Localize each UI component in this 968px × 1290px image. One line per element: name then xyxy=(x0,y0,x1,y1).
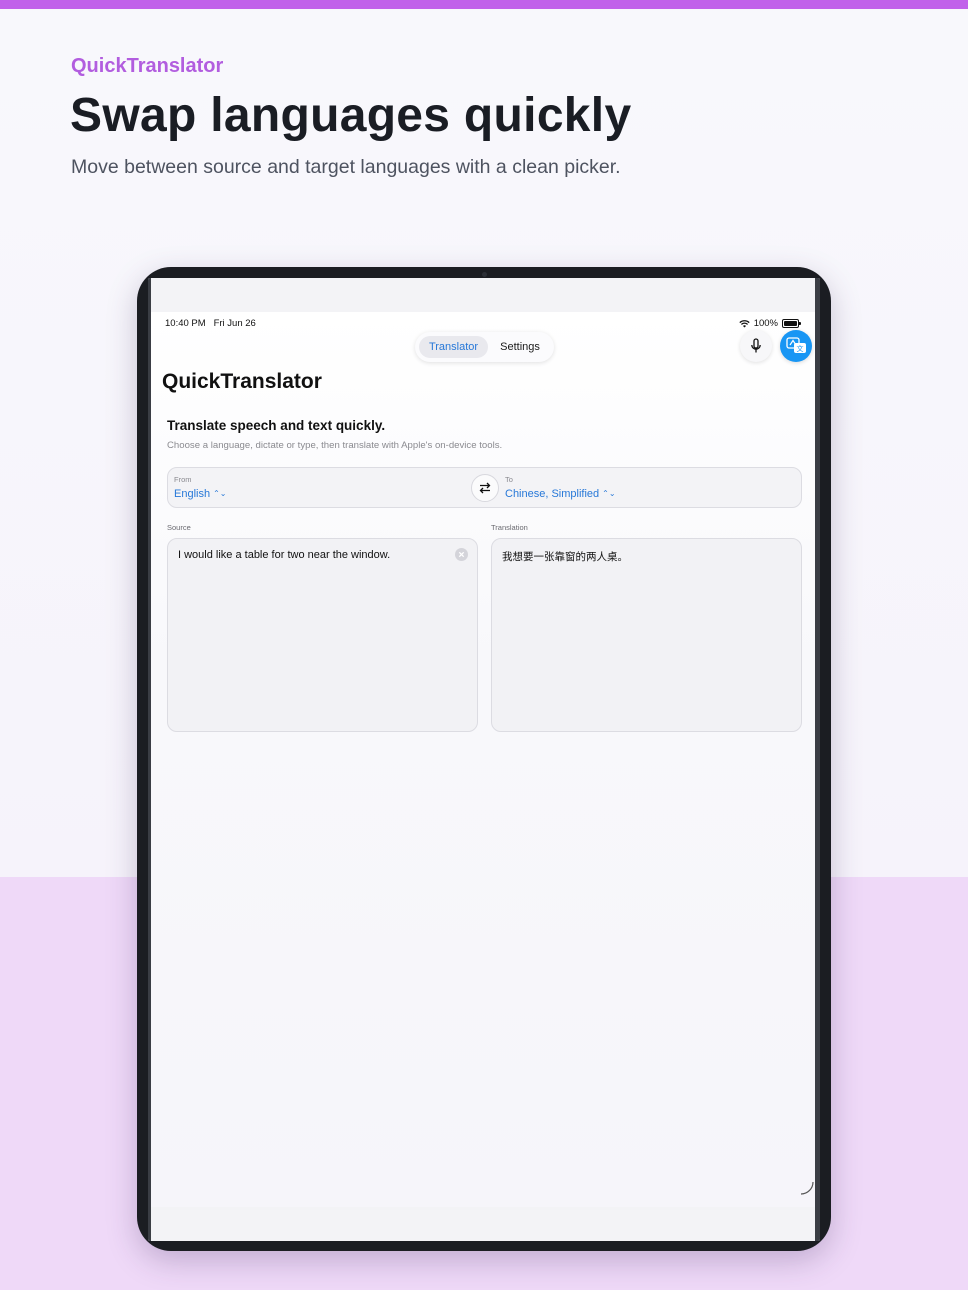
source-text-area[interactable]: I would like a table for two near the wi… xyxy=(167,538,478,732)
tablet-frame: 10:40 PM Fri Jun 26 100% Translator Sett… xyxy=(137,267,831,1251)
tab-switcher: Translator Settings xyxy=(415,332,554,362)
app-title: QuickTranslator xyxy=(162,370,322,393)
card-title: Translate speech and text quickly. xyxy=(167,418,386,433)
chevron-updown-icon: ⌃⌄ xyxy=(602,489,616,498)
to-language-value: Chinese, Simplified xyxy=(505,488,600,500)
camera-dot xyxy=(482,272,487,277)
tablet-screen: 10:40 PM Fri Jun 26 100% Translator Sett… xyxy=(148,278,820,1241)
clear-text-button[interactable] xyxy=(455,548,468,561)
translation-label: Translation xyxy=(491,523,528,532)
close-icon xyxy=(458,551,465,558)
tab-settings[interactable]: Settings xyxy=(491,336,549,358)
translate-icon: 文 xyxy=(786,337,806,353)
resize-handle-icon[interactable] xyxy=(799,1180,815,1196)
language-picker: From English ⌃⌄ To Chinese, Simplified ⌃⌄ xyxy=(167,467,802,508)
source-label: Source xyxy=(167,523,191,532)
status-indicators: 100% xyxy=(739,318,801,329)
svg-text:文: 文 xyxy=(797,344,804,353)
headline: Swap languages quickly xyxy=(70,89,632,142)
status-time: 10:40 PM Fri Jun 26 xyxy=(165,318,256,329)
microphone-icon xyxy=(751,338,761,353)
from-label: From xyxy=(174,475,192,484)
swap-languages-button[interactable] xyxy=(471,474,499,502)
brand-name: QuickTranslator xyxy=(71,55,224,77)
to-label: To xyxy=(505,475,513,484)
card-subtitle: Choose a language, dictate or type, then… xyxy=(167,440,503,451)
battery-icon xyxy=(782,319,801,328)
to-language-select[interactable]: Chinese, Simplified ⌃⌄ xyxy=(505,488,616,500)
microphone-button[interactable] xyxy=(740,330,772,362)
chevron-updown-icon: ⌃⌄ xyxy=(213,489,227,498)
translation-text-area: 我想要一张靠窗的两人桌。 xyxy=(491,538,802,732)
subheadline: Move between source and target languages… xyxy=(71,156,621,178)
translate-button[interactable]: 文 xyxy=(780,330,812,362)
translation-text: 我想要一张靠窗的两人桌。 xyxy=(502,551,628,563)
wifi-icon xyxy=(739,319,750,327)
from-language-value: English xyxy=(174,488,211,500)
swap-arrows-icon xyxy=(479,482,491,494)
accent-bar xyxy=(0,0,968,9)
battery-percent: 100% xyxy=(753,318,778,329)
app-window: 10:40 PM Fri Jun 26 100% Translator Sett… xyxy=(151,312,815,1207)
source-text: I would like a table for two near the wi… xyxy=(178,549,391,561)
from-language-select[interactable]: English ⌃⌄ xyxy=(174,488,226,500)
tab-translator[interactable]: Translator xyxy=(419,336,488,358)
